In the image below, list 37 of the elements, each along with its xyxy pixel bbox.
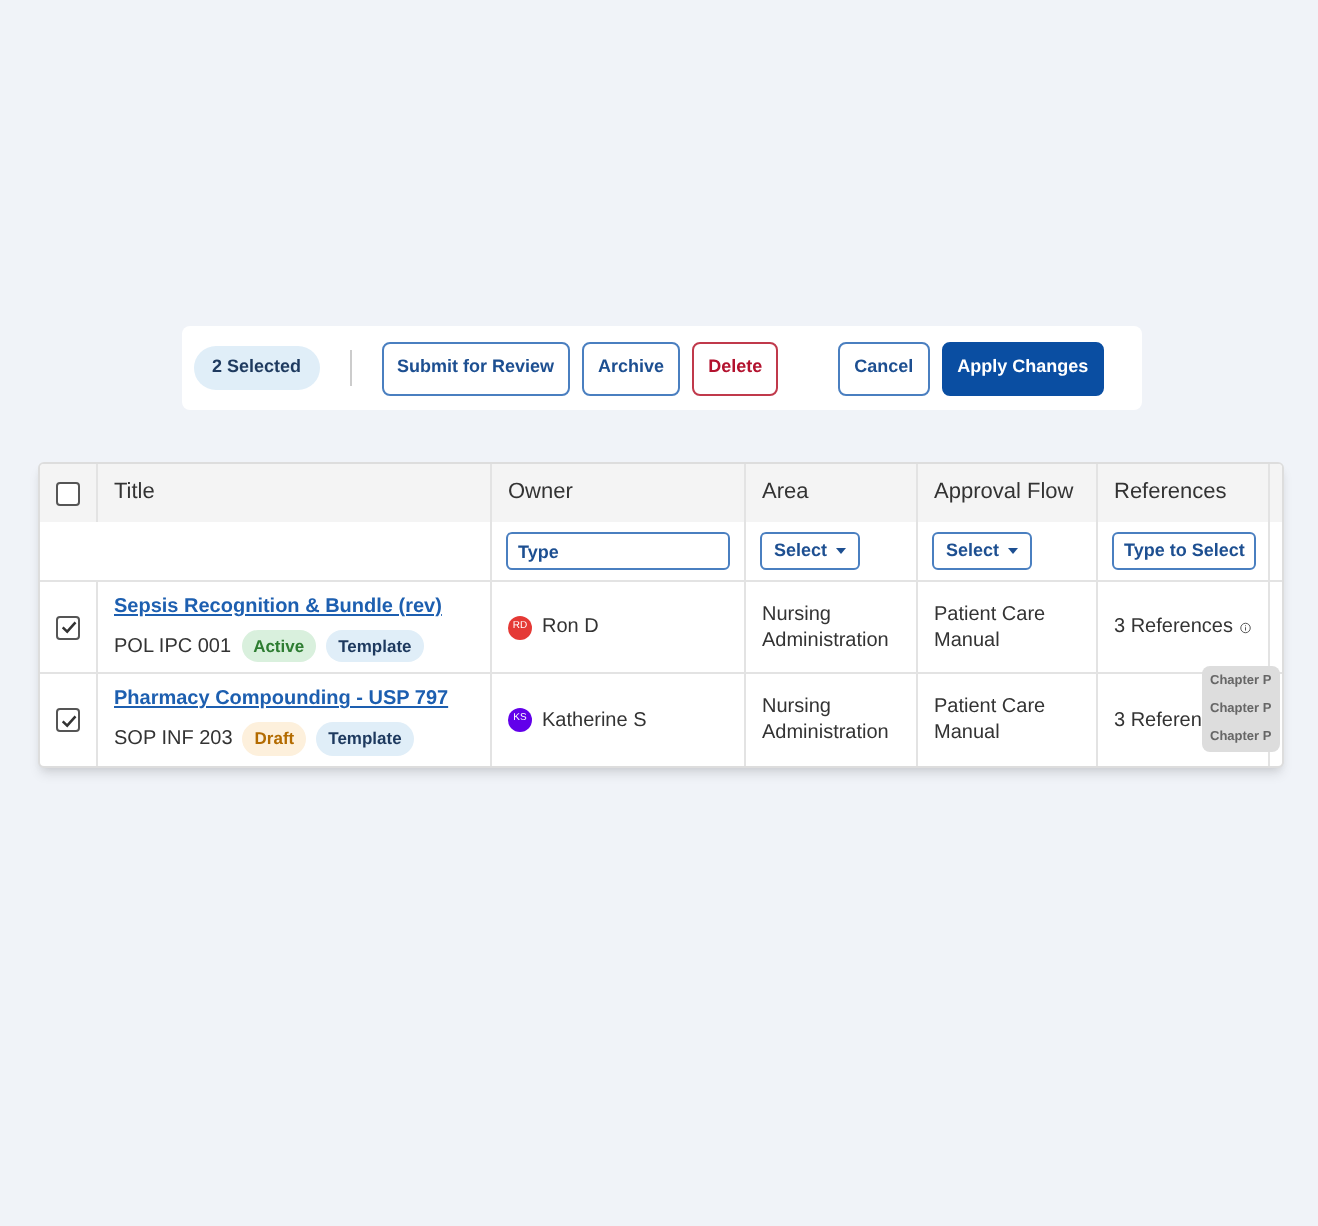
- action-button[interactable]: Apply Changes: [941, 341, 1105, 395]
- column-header: References: [1114, 478, 1227, 509]
- references-text: 3 Referen: [1114, 707, 1202, 735]
- filter-input[interactable]: Type: [506, 532, 730, 570]
- action-button[interactable]: Submit for Review: [381, 341, 571, 395]
- info-icon[interactable]: [1240, 617, 1252, 637]
- status-tag: Template: [326, 629, 424, 663]
- references-text: 3 References: [1114, 614, 1233, 642]
- caret-icon: [835, 548, 846, 554]
- column-header: Owner: [508, 478, 573, 509]
- filter-dropdown[interactable]: Select: [760, 532, 860, 570]
- column-header: Area: [762, 478, 809, 509]
- area-text: Nursing Administration: [762, 601, 891, 653]
- status-tag: Template: [316, 722, 414, 756]
- document-title-link[interactable]: Sepsis Recognition & Bundle (rev): [114, 591, 442, 622]
- column-header: Approval Flow: [934, 478, 1074, 509]
- filter-dropdown[interactable]: Select: [932, 532, 1032, 570]
- action-button[interactable]: Archive: [582, 341, 681, 395]
- status-tag: Active: [241, 629, 317, 663]
- owner-name: Ron D: [542, 614, 599, 642]
- checkbox[interactable]: [56, 615, 80, 639]
- approval-flow-text: Patient Care Manual: [934, 694, 1048, 746]
- filter-button[interactable]: Type to Select: [1112, 532, 1257, 570]
- approval-flow-text: Patient Care Manual: [934, 601, 1048, 653]
- action-button[interactable]: Delete: [692, 341, 779, 395]
- owner-name: Katherine S: [542, 707, 647, 735]
- column-header: Title: [114, 478, 155, 509]
- selected-count-badge: 2 Selected: [194, 346, 320, 390]
- action-button[interactable]: Cancel: [838, 341, 930, 395]
- checkbox[interactable]: [56, 481, 80, 505]
- status-tag: Draft: [242, 722, 307, 756]
- area-text: Nursing Administration: [762, 694, 891, 746]
- checkbox[interactable]: [56, 708, 80, 732]
- document-code: SOP INF 203: [114, 726, 233, 754]
- document-code: POL IPC 001: [114, 633, 232, 661]
- document-title-link[interactable]: Pharmacy Compounding - USP 797: [114, 684, 449, 715]
- caret-icon: [1007, 548, 1018, 554]
